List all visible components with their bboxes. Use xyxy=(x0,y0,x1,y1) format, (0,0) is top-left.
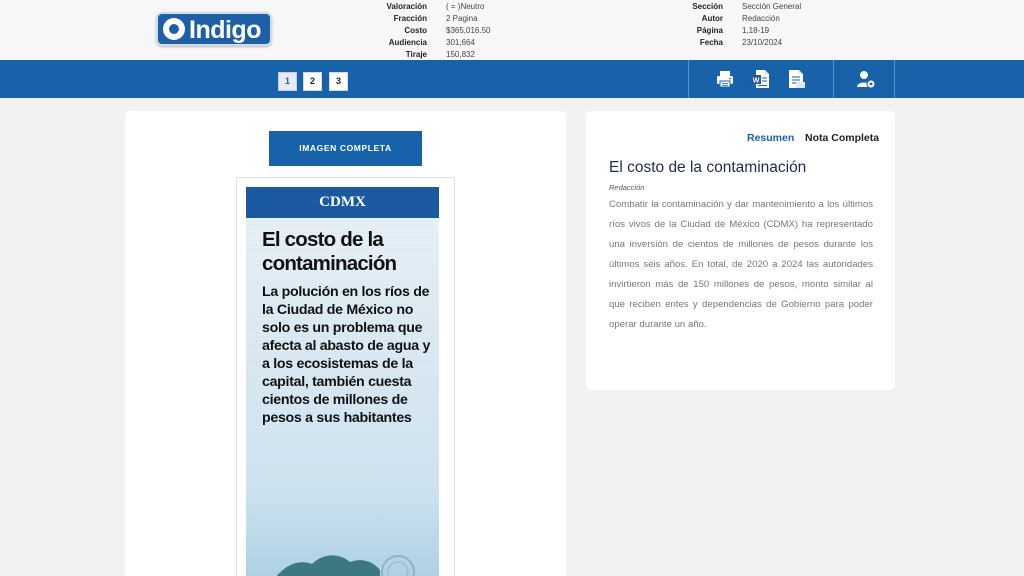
toolbar-divider xyxy=(688,60,689,98)
toolbar: 1 2 3 W xyxy=(0,60,1024,98)
meta-value: 1,18-19 xyxy=(742,26,770,35)
meta-row-valoracion: Valoración ( = )Neutro xyxy=(361,1,491,13)
svg-text:W: W xyxy=(753,77,760,84)
page-button-3[interactable]: 3 xyxy=(329,72,348,91)
meta-label: Audiencia xyxy=(388,38,427,47)
tab-nota-completa[interactable]: Nota Completa xyxy=(805,132,879,144)
word-document-icon[interactable]: W xyxy=(750,69,770,89)
meta-row-fraccion: Fracción 2 Pagina xyxy=(361,13,491,25)
meta-row-autor: Autor Redacción xyxy=(657,13,801,25)
page-button-2[interactable]: 2 xyxy=(303,72,322,91)
meta-row-pagina: Página 1,18-19 xyxy=(657,25,801,37)
clipping-frame[interactable]: CDMX El costo de la contaminación La pol… xyxy=(236,177,455,576)
meta-row-audiencia: Audiencia 301,664 xyxy=(361,37,491,49)
clipping-panel: IMAGEN COMPLETA CDMX El costo de la cont… xyxy=(125,111,566,576)
clipping-image: CDMX El costo de la contaminación La pol… xyxy=(246,187,439,576)
meta-label: Valoración xyxy=(386,2,427,11)
logo-text: Indigo xyxy=(189,16,261,44)
meta-label: Costo xyxy=(404,26,427,35)
meta-label: Autor xyxy=(701,14,723,23)
note-panel: Resumen Nota Completa El costo de la con… xyxy=(586,111,895,390)
indigo-logo[interactable]: Indigo xyxy=(156,12,272,46)
print-icon[interactable] xyxy=(715,69,735,89)
note-body: Combatir la contaminación y dar mantenim… xyxy=(609,199,873,330)
meta-row-seccion: Sección Sección General xyxy=(657,1,801,13)
meta-value: $365,016.50 xyxy=(446,26,491,35)
meta-label: Página xyxy=(696,26,723,35)
meta-right: Sección Sección General Autor Redacción Pá… xyxy=(657,1,801,49)
note-author: Redacción xyxy=(609,183,645,192)
note-title: El costo de la contaminación xyxy=(609,159,807,176)
meta-left: Valoración ( = )Neutro Fracción 2 Pagina C… xyxy=(361,1,491,61)
tab-resumen[interactable]: Resumen xyxy=(747,132,794,144)
pdf-document-icon[interactable] xyxy=(786,69,806,89)
header: Indigo Valoración ( = )Neutro Fracción 2 P… xyxy=(0,0,1024,60)
logo-circle-icon xyxy=(163,18,185,40)
meta-row-costo: Costo $365,016.50 xyxy=(361,25,491,37)
meta-value: ( = )Neutro xyxy=(446,2,485,11)
page-button-1[interactable]: 1 xyxy=(278,72,297,91)
clipping-headline: El costo de la contaminación xyxy=(262,228,397,275)
toolbar-divider xyxy=(894,60,895,98)
meta-label: Fracción xyxy=(393,14,427,23)
clipping-photo xyxy=(276,555,415,576)
meta-row-fecha: Fecha 23/10/2024 xyxy=(657,37,801,49)
meta-label: Sección xyxy=(692,2,723,11)
meta-value: 2 Pagina xyxy=(446,14,478,23)
meta-value: Redacción xyxy=(742,14,780,23)
meta-label: Fecha xyxy=(699,38,723,47)
meta-value: 301,664 xyxy=(446,38,475,47)
full-image-button[interactable]: IMAGEN COMPLETA xyxy=(269,131,422,166)
clipping-lead: La polución en los ríos de la Ciudad de … xyxy=(262,284,431,426)
user-settings-icon[interactable] xyxy=(856,69,876,89)
toolbar-divider xyxy=(833,60,834,98)
meta-value: 23/10/2024 xyxy=(742,38,783,47)
meta-value: Sección General xyxy=(742,2,802,11)
clipping-section-header: CDMX xyxy=(246,187,439,218)
